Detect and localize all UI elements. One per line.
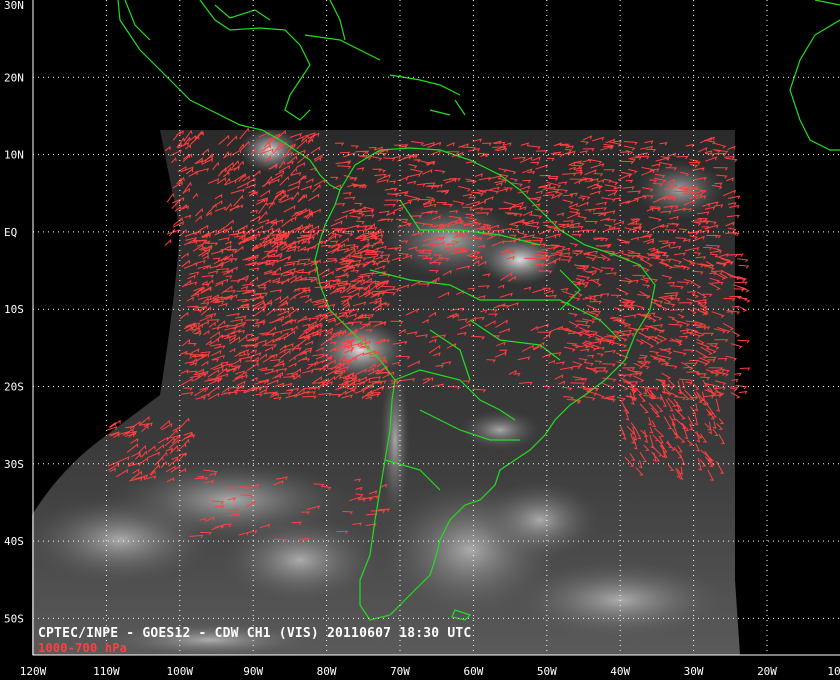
lat-label: 30S bbox=[4, 458, 24, 471]
lat-label: 20S bbox=[4, 381, 24, 394]
image-caption: CPTEC/INPE - GOES12 - CDW CH1 (VIS) 2011… bbox=[38, 626, 472, 641]
lat-label: 10N bbox=[4, 149, 24, 162]
lat-label: 20N bbox=[4, 71, 24, 84]
lon-label: 90W bbox=[243, 665, 263, 678]
lon-label: 40W bbox=[610, 665, 630, 678]
lon-label: 20W bbox=[757, 665, 777, 678]
lon-label: 10 bbox=[827, 665, 840, 678]
lon-label: 120W bbox=[20, 665, 47, 678]
lat-label: 30N bbox=[4, 0, 24, 12]
lat-label: 40S bbox=[4, 535, 24, 548]
lon-label: 60W bbox=[463, 665, 483, 678]
lat-label: 50S bbox=[4, 612, 24, 625]
lat-label: 10S bbox=[4, 303, 24, 316]
pressure-level-label: 1000-700 hPa bbox=[38, 641, 128, 655]
lon-label: 100W bbox=[167, 665, 194, 678]
lon-label: 110W bbox=[93, 665, 120, 678]
lon-label: 50W bbox=[537, 665, 557, 678]
lon-label: 30W bbox=[684, 665, 704, 678]
lat-label: EQ bbox=[4, 226, 17, 239]
lon-label: 70W bbox=[390, 665, 410, 678]
lon-label: 80W bbox=[317, 665, 337, 678]
satellite-map: 120W 110W 100W 90W 80W 70W 60W 50W 40W 30W 20W 10 30… bbox=[0, 0, 840, 680]
